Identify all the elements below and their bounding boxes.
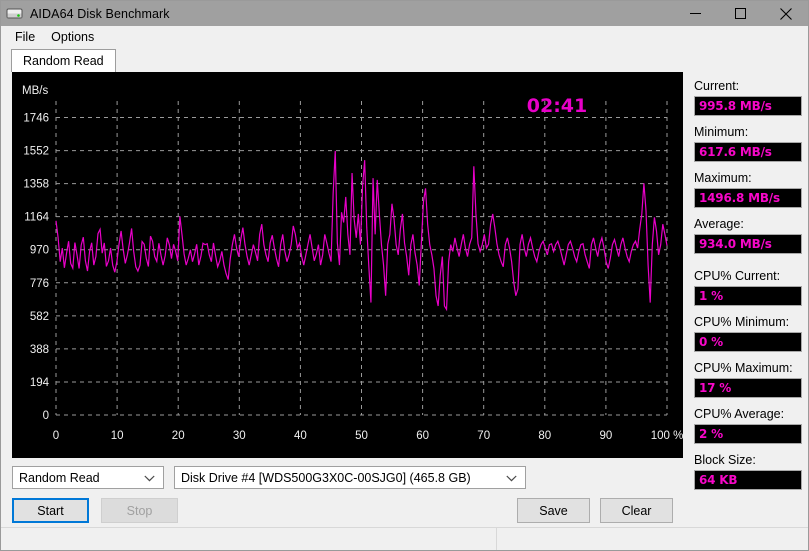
svg-text:50: 50	[355, 430, 368, 442]
main-content: MB/s 0 194 388 582 776 970 1164 1358 1552 1746 0 10 2…	[1, 72, 808, 527]
svg-text:1358: 1358	[23, 179, 49, 191]
svg-text:70: 70	[477, 430, 490, 442]
stat-cpu-average-value: 2 %	[699, 427, 723, 441]
title-bar: AIDA64 Disk Benchmark	[1, 1, 808, 26]
stat-minimum-value: 617.6 MB/s	[699, 145, 772, 159]
menu-bar: File Options	[1, 26, 808, 48]
drive-select-value: Disk Drive #4 [WDS500G3X0C-00SJG0] (465.…	[181, 470, 471, 485]
svg-text:30: 30	[233, 430, 246, 442]
stat-cpu-minimum-box: 0 %	[694, 332, 802, 352]
clear-button[interactable]: Clear	[600, 498, 673, 523]
stat-average: Average: 934.0 MB/s	[694, 217, 808, 254]
stat-cpu-maximum-label: CPU% Maximum:	[694, 361, 793, 375]
stat-cpu-current-label: CPU% Current:	[694, 269, 781, 283]
stat-maximum-label: Maximum:	[694, 171, 752, 185]
stat-cpu-minimum-value: 0 %	[699, 335, 723, 349]
svg-text:776: 776	[30, 278, 49, 290]
benchmark-mode-value: Random Read	[19, 470, 100, 485]
stat-average-value: 934.0 MB/s	[699, 237, 772, 251]
maximize-button[interactable]	[718, 1, 763, 26]
stat-cpu-current-value: 1 %	[699, 289, 723, 303]
benchmark-chart: MB/s 0 194 388 582 776 970 1164 1358 1552 1746 0 10 2…	[12, 72, 683, 458]
stop-button: Stop	[101, 498, 178, 523]
svg-text:970: 970	[30, 245, 49, 257]
menu-item-options[interactable]: Options	[43, 28, 102, 46]
svg-text:60: 60	[416, 430, 429, 442]
tab-strip: Random Read	[1, 48, 808, 72]
stat-minimum-label: Minimum:	[694, 125, 749, 139]
stat-current-box: 995.8 MB/s	[694, 96, 802, 116]
svg-text:80: 80	[538, 430, 551, 442]
status-cell-left	[1, 528, 497, 550]
stat-block-size-label: Block Size:	[694, 453, 756, 467]
svg-text:0: 0	[43, 410, 49, 422]
chart-canvas: MB/s 0 194 388 582 776 970 1164 1358 1552 1746 0 10 2…	[12, 72, 683, 458]
stat-minimum: Minimum: 617.6 MB/s	[694, 125, 808, 162]
stat-block-size-box: 64 KB	[694, 470, 802, 490]
stat-cpu-current-box: 1 %	[694, 286, 802, 306]
chevron-down-icon	[506, 471, 517, 485]
svg-text:1552: 1552	[23, 146, 49, 158]
stat-cpu-maximum-box: 17 %	[694, 378, 802, 398]
stat-cpu-minimum-label: CPU% Minimum:	[694, 315, 790, 329]
svg-text:02:41: 02:41	[527, 95, 587, 117]
svg-text:1164: 1164	[24, 212, 49, 224]
menu-item-file[interactable]: File	[7, 28, 43, 46]
stat-average-label: Average:	[694, 217, 744, 231]
stat-average-box: 934.0 MB/s	[694, 234, 802, 254]
stat-current-label: Current:	[694, 79, 740, 93]
app-window: AIDA64 Disk Benchmark File Options Rando…	[0, 0, 809, 551]
svg-text:194: 194	[30, 377, 50, 389]
svg-text:388: 388	[30, 344, 49, 356]
tab-random-read[interactable]: Random Read	[11, 49, 116, 72]
stat-maximum-value: 1496.8 MB/s	[699, 191, 780, 205]
selector-row: Random Read Disk Drive #4 [WDS500G3X0C-0…	[12, 466, 687, 489]
start-button[interactable]: Start	[12, 498, 89, 523]
svg-text:0: 0	[53, 430, 59, 442]
stat-maximum: Maximum: 1496.8 MB/s	[694, 171, 808, 208]
svg-text:90: 90	[600, 430, 613, 442]
chevron-down-icon	[144, 471, 155, 485]
svg-text:MB/s: MB/s	[22, 85, 48, 97]
stat-cpu-average: CPU% Average: 2 %	[694, 407, 808, 444]
close-button[interactable]	[763, 1, 808, 26]
stat-cpu-minimum: CPU% Minimum: 0 %	[694, 315, 808, 352]
stat-cpu-current: CPU% Current: 1 %	[694, 269, 808, 306]
right-buttons: Save Clear	[517, 498, 687, 523]
stat-current-value: 995.8 MB/s	[699, 99, 772, 113]
window-controls	[673, 1, 808, 26]
svg-text:10: 10	[111, 430, 124, 442]
drive-select[interactable]: Disk Drive #4 [WDS500G3X0C-00SJG0] (465.…	[174, 466, 526, 489]
window-title: AIDA64 Disk Benchmark	[30, 6, 170, 21]
stat-block-size: Block Size: 64 KB	[694, 453, 808, 490]
stat-current: Current: 995.8 MB/s	[694, 79, 808, 116]
svg-text:20: 20	[172, 430, 185, 442]
button-row: Start Stop Save Clear	[12, 498, 687, 523]
svg-text:40: 40	[294, 430, 307, 442]
stat-minimum-box: 617.6 MB/s	[694, 142, 802, 162]
stat-cpu-average-box: 2 %	[694, 424, 802, 444]
status-bar	[1, 527, 808, 550]
save-button[interactable]: Save	[517, 498, 590, 523]
left-column: MB/s 0 194 388 582 776 970 1164 1358 1552 1746 0 10 2…	[1, 72, 687, 527]
svg-text:1746: 1746	[23, 113, 49, 125]
controls-panel: Random Read Disk Drive #4 [WDS500G3X0C-0…	[1, 458, 687, 527]
benchmark-mode-select[interactable]: Random Read	[12, 466, 164, 489]
svg-text:100 %: 100 %	[651, 430, 683, 442]
status-cell-right	[497, 528, 808, 550]
stat-cpu-average-label: CPU% Average:	[694, 407, 785, 421]
svg-text:582: 582	[30, 311, 49, 323]
stat-maximum-box: 1496.8 MB/s	[694, 188, 802, 208]
disk-drive-icon	[6, 6, 24, 22]
stat-cpu-maximum-value: 17 %	[699, 381, 732, 395]
stat-block-size-value: 64 KB	[699, 473, 738, 487]
stats-sidebar: Current: 995.8 MB/s Minimum: 617.6 MB/s …	[687, 72, 808, 527]
minimize-button[interactable]	[673, 1, 718, 26]
stat-cpu-maximum: CPU% Maximum: 17 %	[694, 361, 808, 398]
